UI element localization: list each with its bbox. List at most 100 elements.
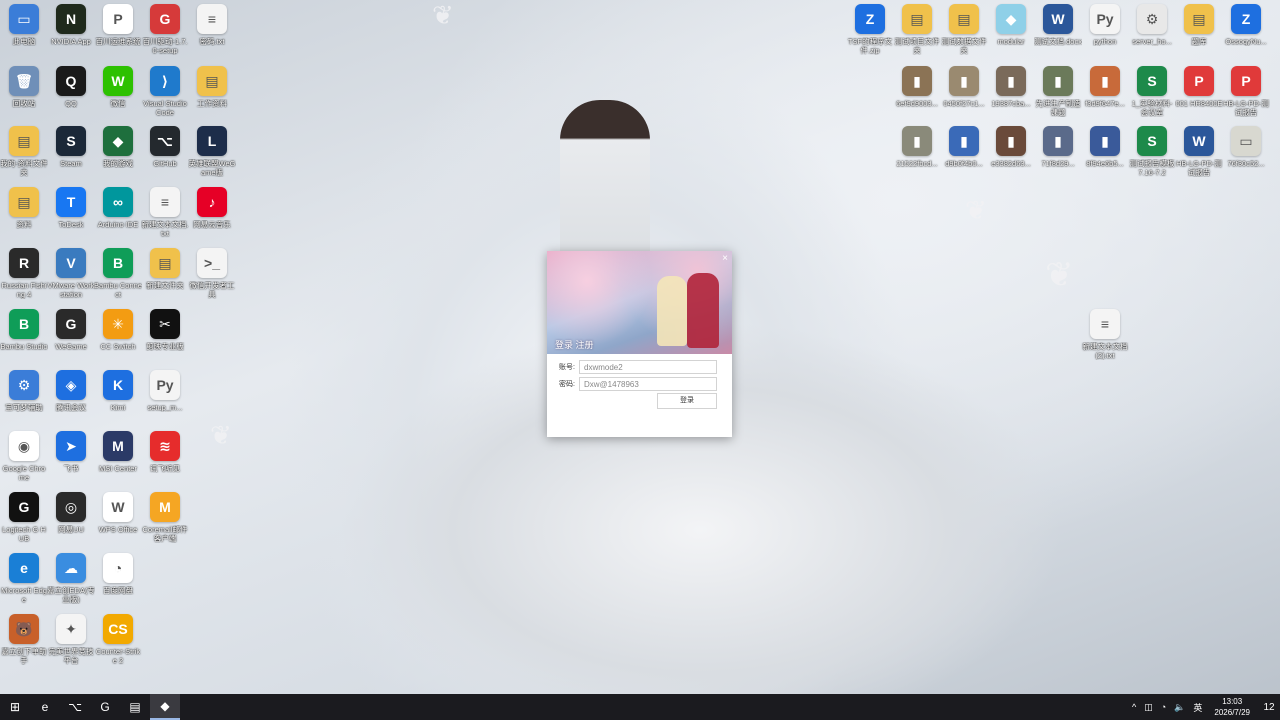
taskbar-wegame-icon[interactable]: G [90,694,120,720]
desktop-icon[interactable]: S 1_实验材料-会议室 [1128,66,1176,117]
taskbar-edge-icon[interactable]: e [30,694,60,720]
desktop-icon[interactable]: ▮ 0450f27c1... [940,66,988,108]
desktop-icon[interactable]: ♪ 网易云音乐 [188,187,236,229]
desktop-icon[interactable]: B Bambu Connect [94,248,142,299]
desktop-icon[interactable]: P HB-LG-PD-测试报告 [1222,66,1270,117]
desktop-icon[interactable]: M MSI Center [94,431,142,473]
desktop-icon-label: Arduino IDE [97,220,139,229]
desktop-icon[interactable]: Py setup_m... [141,370,189,412]
desktop-icon[interactable]: ✂ 剪映专业版 [141,309,189,351]
login-tabs[interactable]: 登录 注册 [555,338,594,351]
network-icon[interactable]: ◫ [1144,702,1153,713]
desktop-icon[interactable]: ◔ 百度网盘 [94,553,142,595]
desktop-icon[interactable]: ▤ 测试数据文件夹 [940,4,988,55]
desktop-icon[interactable]: CS Counter-Strike 2 [94,614,142,665]
desktop-icon[interactable]: ▭ 76f30c52... [1222,126,1270,168]
clock[interactable]: 13:03 2026/7/29 [1214,696,1250,718]
wifi-icon[interactable]: ◔ [1161,702,1166,712]
desktop-icon[interactable]: K Kimi [94,370,142,412]
desktop-icon[interactable]: ▮ f3d9f647e... [1081,66,1129,108]
desktop-icon[interactable]: ▤ 题库 [1175,4,1223,46]
desktop-icon[interactable]: ▤ 资料 [0,187,48,229]
desktop-icon[interactable]: ✦ 完美世界竞技平台 [47,614,95,665]
ime-indicator[interactable]: 英 [1193,701,1202,714]
desktop-icon[interactable]: ▮ 71f8d29... [1034,126,1082,168]
desktop-icon[interactable]: ▤ 我的-资料文件夹 [0,126,48,177]
desktop-icon-label: 76f30c52... [1227,159,1265,168]
desktop-icon[interactable]: N NVIDIA App [47,4,95,46]
app-icon: ≋ [150,431,180,461]
desktop-icon[interactable]: Z TSF的程序文件.zip [846,4,894,55]
desktop-icon[interactable]: ▤ 新建文件夹 [141,248,189,290]
desktop-icon[interactable]: ☁ 嘉立创EDA(专业版) [47,553,95,604]
taskbar-github-icon[interactable]: ⌥ [60,694,90,720]
desktop-icon-label: Coremail邮件客户端 [142,525,188,543]
desktop-icon[interactable]: ≋ 讯飞听见 [141,431,189,473]
desktop-icon[interactable]: ⌥ GitHub [141,126,189,168]
volume-icon[interactable]: 🔈 [1174,702,1185,713]
desktop-icon[interactable]: ▮ d9b0f4b0... [940,126,988,168]
desktop-icon[interactable]: Q QQ [47,66,95,108]
desktop-icon[interactable]: ≡ 密码.txt [188,4,236,46]
desktop-icon[interactable]: ▮ e3382d63... [987,126,1035,168]
desktop-icon[interactable]: ∞ Arduino IDE [94,187,142,229]
notification-button[interactable]: 12 [1258,694,1280,720]
app-icon: ▮ [902,126,932,156]
app-icon: >_ [197,248,227,278]
app-icon: K [103,370,133,400]
desktop-icon[interactable]: Z OssoqyNu... [1222,4,1270,46]
desktop-icon[interactable]: W WPS Office [94,492,142,534]
desktop-icon[interactable]: 🐻 嘉立创下单助手 [0,614,48,665]
close-icon[interactable]: × [722,253,728,264]
desktop-icon[interactable]: ◆ 我的游戏 [94,126,142,168]
desktop-icon[interactable]: G 百川驱动-1.7.0-setup [141,4,189,55]
desktop-icon[interactable]: B Bambu Studio [0,309,48,351]
desktop-icon-label: 001 HR8400E [1175,99,1223,108]
login-button[interactable]: 登录 [657,393,717,409]
desktop-icon[interactable]: P 001 HR8400E [1175,66,1223,108]
desktop-icon[interactable]: W 微信 [94,66,142,108]
desktop-icon[interactable]: ◎ 网易UU [47,492,95,534]
desktop-icon[interactable]: V VMware Workstation [47,248,95,299]
account-input[interactable]: dxwmode2 [579,360,717,374]
desktop-icon[interactable]: >_ 微信开发者工具 [188,248,236,299]
desktop-icon[interactable]: S 测试报告模板7.16-7.2 [1128,126,1176,177]
desktop-icon[interactable]: ◉ Google Chrome [0,431,48,482]
desktop-icon[interactable]: ▮ 8f94e6b5... [1081,126,1129,168]
desktop-icon[interactable]: ▤ 测试项目文件夹 [893,4,941,55]
desktop-icon[interactable]: e Microsoft Edge [0,553,48,604]
desktop-icon[interactable]: ≡ 新建文本文档(2).txt [1081,309,1129,360]
desktop-icon[interactable]: ⚙ 宝可梦辅助 [0,370,48,412]
desktop-icon[interactable]: L 英雄联盟WeGame版 [188,126,236,177]
desktop-icon[interactable]: G Logitech G HUB [0,492,48,543]
desktop-icon[interactable]: P 百川运维系统 [94,4,142,46]
tray-chevron-icon[interactable]: ^ [1132,702,1136,712]
password-input[interactable]: Dxw@1478963 [579,377,717,391]
desktop-icon[interactable]: ▤ 工作资料 [188,66,236,108]
desktop-icon[interactable]: Py python [1081,4,1129,46]
desktop-icon[interactable]: ▮ 先进生产制造课题 [1034,66,1082,117]
taskbar-file-explorer-icon[interactable]: ▤ [120,694,150,720]
desktop-icon[interactable]: ◈ 腾讯会议 [47,370,95,412]
taskbar: ⊞ e ⌥ G ▤ ◆ ^ ◫ ◔ 🔈 英 13:03 2026/7/29 12 [0,694,1280,720]
desktop-icon[interactable]: ▮ 21522fbcd... [893,126,941,168]
desktop-icon[interactable]: ✳ CC Switch [94,309,142,351]
desktop-icon[interactable]: T ToDesk [47,187,95,229]
desktop-icon[interactable]: 🗑 回收站 [0,66,48,108]
desktop-icon[interactable]: S Steam [47,126,95,168]
desktop-icon[interactable]: ⚙ server_ho... [1128,4,1176,46]
desktop-icon[interactable]: ▮ 19387cba... [987,66,1035,108]
desktop-icon[interactable]: ≡ 新建文本文档.txt [141,187,189,238]
desktop-icon[interactable]: R Russian Fishing 4 [0,248,48,299]
desktop-icon[interactable]: W HB-LG-PD-测试报告 [1175,126,1223,177]
desktop-icon[interactable]: ◆ modular [987,4,1035,46]
desktop-icon[interactable]: ➤ 飞书 [47,431,95,473]
desktop-icon[interactable]: W 测试文档.docx [1034,4,1082,46]
desktop-icon[interactable]: ⟩ Visual Studio Code [141,66,189,117]
taskbar-login-app-icon[interactable]: ◆ [150,694,180,720]
taskbar-start-icon[interactable]: ⊞ [0,694,30,720]
desktop-icon[interactable]: ▮ 6ef9d9003... [893,66,941,108]
desktop-icon[interactable]: G WeGame [47,309,95,351]
desktop-icon[interactable]: M Coremail邮件客户端 [141,492,189,543]
desktop-icon[interactable]: ▭ 此电脑 [0,4,48,46]
